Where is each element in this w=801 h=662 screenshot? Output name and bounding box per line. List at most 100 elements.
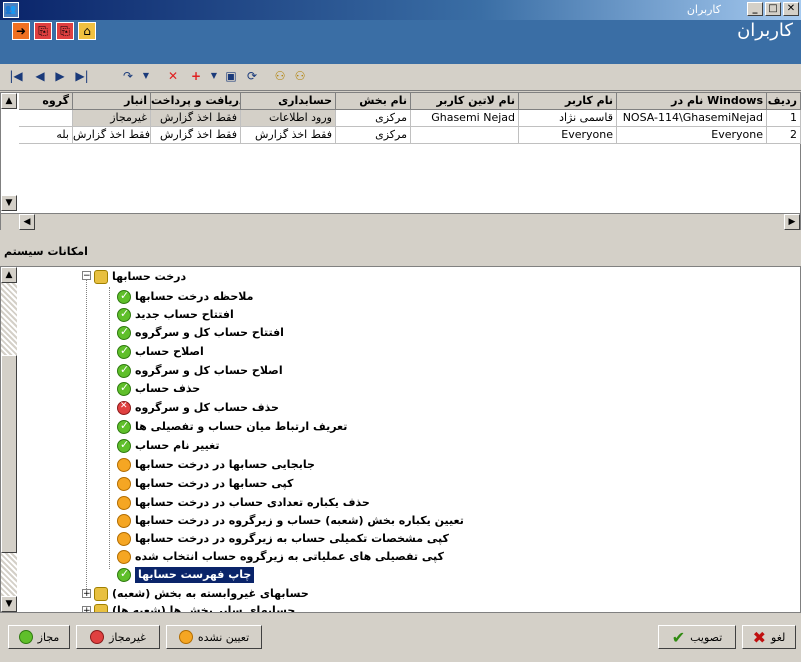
unset-icon[interactable] (117, 458, 131, 472)
allowed-icon[interactable] (117, 307, 131, 322)
tree-node[interactable]: اصلاح حساب کل و سرگروه (135, 363, 283, 379)
scroll-down-button[interactable]: ▼ (1, 596, 17, 612)
allowed-icon[interactable] (117, 289, 131, 304)
denied-icon[interactable] (117, 401, 131, 415)
users-icon[interactable]: ⚇ (272, 68, 288, 84)
tree-node[interactable]: افتتاح حساب کل و سرگروه (135, 325, 284, 341)
cancel-button[interactable]: لغو ✖ (742, 625, 796, 649)
column-header[interactable]: نام لاتین کاربر (411, 93, 519, 110)
table-cell[interactable]: فقط اخذ گزارش (151, 127, 241, 144)
tree-node[interactable]: تغییر نام حساب (135, 438, 219, 454)
collapse-toggle[interactable]: − (82, 271, 91, 281)
allowed-icon[interactable] (117, 381, 131, 396)
chevron-down-icon[interactable]: ▼ (206, 68, 222, 84)
horizontal-scrollbar[interactable]: ◀ ▶ (1, 213, 800, 230)
table-cell[interactable]: 2 (767, 127, 801, 144)
tree-node[interactable]: کپی تفصیلی های عملیاتی به زیرگروه حساب ا… (135, 549, 444, 565)
tree-node[interactable]: حذف حساب (135, 381, 200, 397)
refresh-icon[interactable]: ↷ (120, 68, 136, 84)
chevron-down-icon[interactable]: ▼ (138, 68, 154, 84)
table-cell[interactable]: فقط اخذ گزارش (241, 127, 336, 144)
column-header[interactable]: نام کاربر (519, 93, 617, 110)
tree-node[interactable]: ملاحظه درخت حسابها (135, 289, 253, 305)
column-header[interactable]: دریافت و پرداخت (151, 93, 241, 110)
table-cell[interactable]: 1 (767, 110, 801, 127)
table-cell[interactable]: Ghasemi Nejad (411, 110, 519, 127)
save-icon[interactable]: ▣ (223, 68, 239, 84)
exit-icon[interactable]: ➜ (12, 22, 30, 40)
table-cell[interactable]: فقط اخذ گزارش (151, 110, 241, 127)
scroll-up-button[interactable]: ▲ (1, 93, 17, 109)
reload-icon[interactable]: ⟳ (244, 68, 260, 84)
delete-icon[interactable]: ✕ (165, 68, 181, 84)
tree-node[interactable]: جابجایی حسابها در درخت حسابها (135, 457, 315, 473)
table-cell[interactable]: غیرمجاز (73, 110, 151, 127)
unset-legend-button[interactable]: تعیین نشده (166, 625, 262, 649)
paste-icon[interactable]: ⎘ (56, 22, 74, 40)
tree-node[interactable]: حذف حساب کل و سرگروه (135, 400, 279, 416)
table-cell[interactable]: قاسمی نژاد (519, 110, 617, 127)
column-header[interactable]: ردیف (767, 93, 801, 110)
first-record-icon[interactable]: |◀ (8, 68, 24, 84)
home-icon[interactable]: ⌂ (78, 22, 96, 40)
next-record-icon[interactable]: ▶ (52, 68, 68, 84)
table-cell[interactable]: Everyone (617, 127, 767, 144)
column-header[interactable]: نام بخش (336, 93, 411, 110)
unset-icon[interactable] (117, 550, 131, 564)
permissions-tree[interactable]: ▲ ▼ − درخت حسابها ملاحظه درخت حسابها افت… (0, 266, 801, 613)
column-header[interactable]: حسابداری (241, 93, 336, 110)
allowed-legend-button[interactable]: مجاز (8, 625, 70, 649)
last-record-icon[interactable]: ▶| (74, 68, 90, 84)
table-cell[interactable] (19, 110, 73, 127)
table-cell[interactable]: ورود اطلاعات (241, 110, 336, 127)
tree-node[interactable]: افتتاح حساب جدید (135, 307, 234, 323)
approve-button[interactable]: تصویب ✔ (658, 625, 736, 649)
allowed-icon[interactable] (117, 325, 131, 340)
add-icon[interactable]: + (188, 68, 204, 84)
minimize-button[interactable]: _ (747, 2, 763, 16)
unset-icon[interactable] (117, 477, 131, 491)
tree-node[interactable]: حسابهای سایر بخش ها (شعبه ها) (112, 603, 295, 612)
expand-toggle[interactable]: + (82, 589, 91, 599)
column-header[interactable]: گروه (19, 93, 73, 110)
tree-node[interactable]: اصلاح حساب (135, 344, 204, 360)
maximize-button[interactable]: □ (765, 2, 781, 16)
copy-icon[interactable]: ⎘ (34, 22, 52, 40)
allowed-icon[interactable] (117, 567, 131, 582)
scroll-right-button[interactable]: ▶ (784, 214, 800, 230)
scroll-down-button[interactable]: ▼ (1, 195, 17, 211)
tree-node-root[interactable]: درخت حسابها (112, 269, 186, 285)
tree-node[interactable]: تعریف ارتباط میان حساب و تفصیلی ها (135, 419, 347, 435)
users-icon[interactable]: ⚇ (292, 68, 308, 84)
scroll-left-button[interactable]: ◀ (19, 214, 35, 230)
allowed-icon[interactable] (117, 419, 131, 434)
scroll-thumb[interactable] (1, 355, 17, 553)
tree-node[interactable]: کپی مشخصات تکمیلی حساب به زیرگروه در درخ… (135, 531, 449, 547)
tree-node[interactable]: حذف یکباره تعدادی حساب در درخت حسابها (135, 495, 370, 511)
table-cell[interactable]: بله (19, 127, 73, 144)
allowed-icon[interactable] (117, 344, 131, 359)
allowed-icon[interactable] (117, 363, 131, 378)
users-grid[interactable]: ردیف نام در Windows نام کاربر نام لاتین … (0, 92, 801, 230)
denied-legend-button[interactable]: غیرمجاز (76, 625, 160, 649)
tree-scrollbar[interactable]: ▲ ▼ (1, 267, 17, 612)
unset-icon[interactable] (117, 514, 131, 528)
prev-record-icon[interactable]: ◀ (32, 68, 48, 84)
column-header[interactable]: نام در Windows (617, 93, 767, 110)
unset-icon[interactable] (117, 496, 131, 510)
tree-node[interactable]: تعیین یکباره بخش (شعبه) حساب و زیرگروه د… (135, 513, 464, 529)
close-button[interactable]: ✕ (783, 2, 799, 16)
tree-node[interactable]: حسابهای غیروابسته به بخش (شعبه) (112, 586, 309, 602)
allowed-icon[interactable] (117, 438, 131, 453)
table-cell[interactable]: NOSA-114\GhasemiNejad (617, 110, 767, 127)
tree-node-selected[interactable]: چاپ فهرست حسابها (135, 567, 255, 583)
tree-node[interactable]: کپی حسابها در درخت حسابها (135, 476, 293, 492)
table-cell[interactable]: فقط اخذ گزارش (73, 127, 151, 144)
table-cell[interactable]: Everyone (519, 127, 617, 144)
column-header[interactable]: انبار (73, 93, 151, 110)
scroll-up-button[interactable]: ▲ (1, 267, 17, 283)
expand-toggle[interactable]: + (82, 606, 91, 612)
table-cell[interactable]: مرکزی (336, 110, 411, 127)
table-cell[interactable]: مرکزی (336, 127, 411, 144)
table-cell[interactable] (411, 127, 519, 144)
